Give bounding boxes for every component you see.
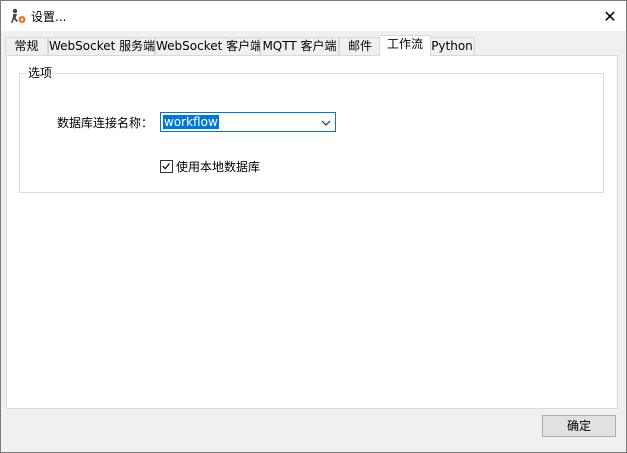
db-connection-value: workflow	[163, 115, 219, 129]
settings-gear-figure-icon	[11, 8, 26, 23]
tab-websocket-client[interactable]: WebSocket 客户端	[155, 37, 262, 55]
tab-mqtt-client[interactable]: MQTT 客户端	[260, 37, 339, 55]
workflow-tab-panel: 选项 数据库连接名称： workflow 使用本地数据库	[6, 55, 618, 409]
window-title: 设置...	[31, 10, 67, 24]
db-connection-label: 数据库连接名称：	[57, 116, 154, 130]
settings-dialog: 设置... ✕ 常规 WebSocket 服务端 WebSocket 客户端 M…	[0, 0, 627, 453]
tab-general[interactable]: 常规	[5, 37, 48, 55]
close-icon: ✕	[603, 6, 617, 26]
db-connection-combobox[interactable]: workflow	[160, 112, 336, 132]
tab-workflow[interactable]: 工作流	[379, 35, 431, 56]
chevron-down-icon[interactable]	[319, 116, 333, 130]
title-bar: 设置... ✕	[1, 1, 626, 31]
tab-python[interactable]: Python	[429, 37, 475, 55]
options-group-legend: 选项	[26, 65, 55, 81]
tab-websocket-server[interactable]: WebSocket 服务端	[48, 37, 155, 55]
use-local-db-label[interactable]: 使用本地数据库	[176, 159, 260, 175]
tab-mail[interactable]: 邮件	[339, 37, 381, 55]
options-groupbox: 选项 数据库连接名称： workflow 使用本地数据库	[19, 65, 604, 193]
checkmark-icon	[162, 163, 170, 170]
close-button[interactable]: ✕	[594, 1, 626, 31]
ok-button[interactable]: 确定	[542, 415, 616, 437]
use-local-db-checkbox[interactable]	[160, 160, 173, 173]
